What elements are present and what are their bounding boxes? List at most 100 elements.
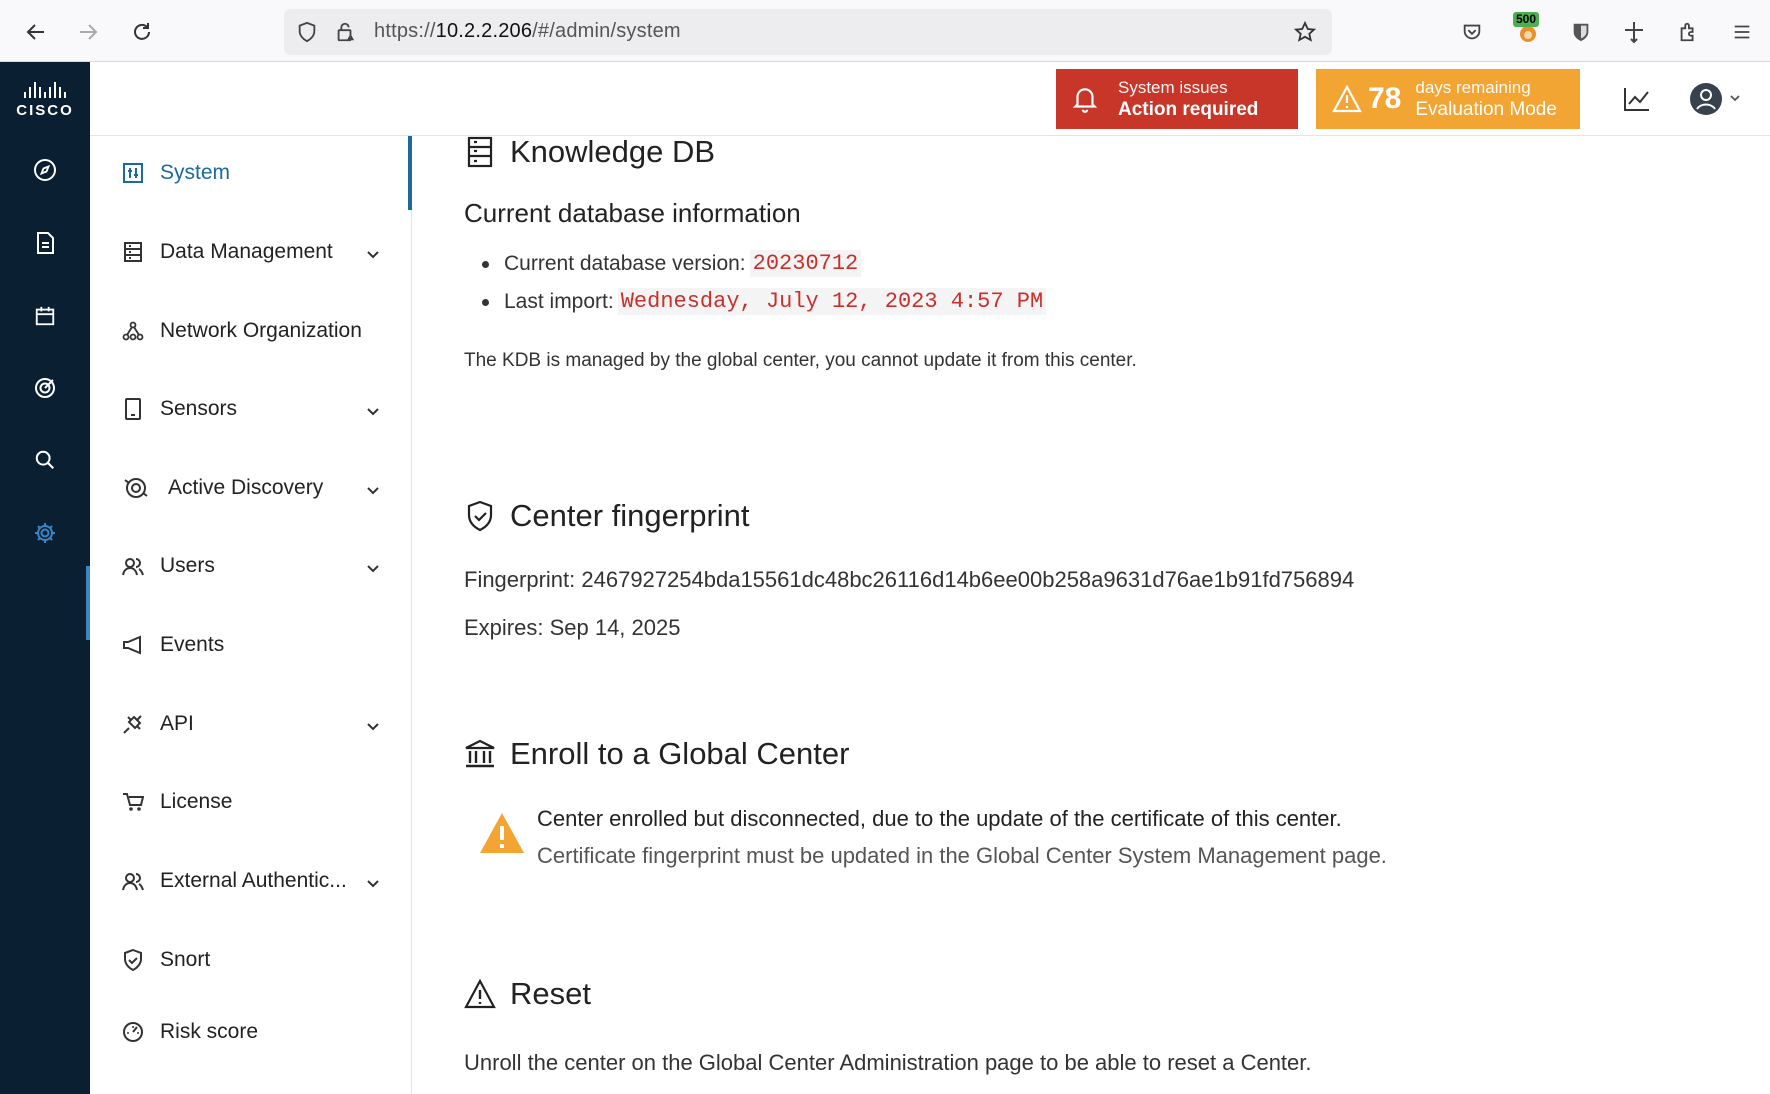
sidebar-item-label: Events <box>160 633 225 656</box>
sidebar-item-label: System <box>160 161 231 184</box>
main-content: Knowledge DB Current database informatio… <box>412 134 1770 1094</box>
url-text[interactable]: https://10.2.2.206/#/admin/system <box>374 20 681 43</box>
section-title: Reset <box>510 976 591 1011</box>
sidebar-item-label: License <box>160 790 233 813</box>
section-reset: Reset <box>464 976 591 1012</box>
evaluation-mode-label: Evaluation Mode <box>1415 99 1557 120</box>
evaluation-mode-button[interactable]: 78 days remaining Evaluation Mode <box>1316 69 1580 129</box>
shield-check-icon <box>464 500 496 532</box>
database-icon <box>122 241 144 263</box>
sidebar-item-license[interactable]: License <box>90 772 408 832</box>
enroll-warning-text: Certificate fingerprint must be updated … <box>537 843 1387 868</box>
sidebar-item-api[interactable]: API <box>90 694 408 754</box>
admin-sidebar: System Data Management Network Organizat… <box>90 136 412 1094</box>
kdb-import-row: Last import: Wednesday, July 12, 2023 4:… <box>481 288 1047 315</box>
section-title: Knowledge DB <box>510 134 716 169</box>
system-issues-label: System issues <box>1118 78 1228 97</box>
shield-icon[interactable] <box>294 19 320 45</box>
app-rail: CISCO <box>0 62 90 1094</box>
kdb-note: The KDB is managed by the global center,… <box>464 350 1137 371</box>
user-menu-button[interactable] <box>1690 82 1746 116</box>
bank-icon <box>464 738 496 770</box>
menu-hamburger-icon[interactable] <box>1726 16 1758 48</box>
network-icon <box>122 320 144 342</box>
sidebar-item-active-discovery[interactable]: Active Discovery <box>90 458 408 518</box>
sidebar-item-network-organization[interactable]: Network Organization <box>90 301 408 361</box>
radar-icon <box>122 474 150 502</box>
kdb-version-value: 20230712 <box>749 250 862 277</box>
section-title: Enroll to a Global Center <box>510 736 850 771</box>
sidebar-item-snort[interactable]: Snort <box>90 930 408 990</box>
document-icon[interactable] <box>25 223 65 263</box>
sidebar-item-external-authentication[interactable]: External Authentic... <box>90 851 408 911</box>
sidebar-item-label: Risk score <box>160 1020 259 1043</box>
section-knowledge-db: Knowledge DB <box>464 134 715 170</box>
chevron-down-icon[interactable] <box>366 871 380 895</box>
section-center-fingerprint: Center fingerprint <box>464 498 750 534</box>
cart-icon <box>122 791 144 813</box>
reset-text: Unroll the center on the Global Center A… <box>464 1050 1312 1075</box>
kdb-version-row: Current database version: 20230712 <box>481 250 862 277</box>
sidebar-item-label: Data Management <box>160 240 333 263</box>
calendar-icon[interactable] <box>25 296 65 336</box>
days-remaining-label: days remaining <box>1415 78 1531 97</box>
tablet-icon <box>122 398 144 420</box>
kdb-version-label: Current database version: <box>504 251 746 275</box>
browser-toolbar: https://10.2.2.206/#/admin/system 500 <box>0 0 1770 62</box>
chevron-down-icon[interactable] <box>366 714 380 738</box>
kdb-subtitle: Current database information <box>464 198 801 228</box>
bitwarden-icon[interactable] <box>1565 16 1597 48</box>
target-icon[interactable] <box>25 368 65 408</box>
fingerprint-value: Fingerprint: 2467927254bda15561dc48bc261… <box>464 567 1355 592</box>
extensions-puzzle-icon[interactable] <box>1672 16 1704 48</box>
reload-icon[interactable] <box>124 14 160 50</box>
sidebar-item-risk-score[interactable]: Risk score <box>90 1002 408 1062</box>
sliders-icon <box>122 162 144 184</box>
compass-icon[interactable] <box>25 150 65 190</box>
chevron-down-icon[interactable] <box>366 242 380 266</box>
bell-icon <box>1072 84 1098 114</box>
megaphone-icon <box>122 634 144 656</box>
lock-icon[interactable] <box>332 19 358 45</box>
sidebar-item-sensors[interactable]: Sensors <box>90 379 408 439</box>
warning-icon <box>1332 85 1362 113</box>
shield-check-icon <box>122 949 144 971</box>
section-title: Center fingerprint <box>510 498 750 533</box>
extension-badge: 500 <box>1513 12 1540 27</box>
sidebar-item-data-management[interactable]: Data Management <box>90 222 408 282</box>
move-icon[interactable] <box>1618 16 1650 48</box>
address-bar[interactable]: https://10.2.2.206/#/admin/system <box>284 9 1332 55</box>
chevron-down-icon[interactable] <box>366 556 380 580</box>
chevron-down-icon[interactable] <box>366 399 380 423</box>
gauge-icon <box>122 1021 144 1043</box>
plug-icon <box>122 713 144 735</box>
sidebar-item-label: Snort <box>160 948 211 971</box>
app-header: System issues Action required 78 days re… <box>90 62 1770 136</box>
enroll-warning-title: Center enrolled but disconnected, due to… <box>537 806 1342 831</box>
cisco-logo[interactable]: CISCO <box>0 62 90 138</box>
pocket-icon[interactable] <box>1456 16 1488 48</box>
chart-icon[interactable] <box>1620 82 1654 116</box>
users-icon <box>122 555 144 577</box>
fingerprint-expires: Expires: Sep 14, 2025 <box>464 615 681 640</box>
sidebar-item-users[interactable]: Users <box>90 536 408 596</box>
system-issues-button[interactable]: System issues Action required <box>1056 69 1298 129</box>
kdb-import-label: Last import: <box>504 289 614 313</box>
search-icon[interactable] <box>25 440 65 480</box>
sidebar-item-label: API <box>160 712 194 735</box>
users-icon <box>122 870 144 892</box>
sidebar-item-system[interactable]: System <box>90 143 408 203</box>
sidebar-item-label: Network Organization <box>160 319 362 342</box>
database-icon <box>464 136 496 168</box>
forward-arrow-icon[interactable] <box>70 14 106 50</box>
back-arrow-icon[interactable] <box>18 14 54 50</box>
action-required-label: Action required <box>1118 99 1259 120</box>
sidebar-item-events[interactable]: Events <box>90 615 408 675</box>
sidebar-item-label: Sensors <box>160 397 238 420</box>
star-icon[interactable] <box>1292 19 1318 45</box>
sidebar-item-label: Active Discovery <box>168 476 324 499</box>
warning-icon <box>464 978 496 1010</box>
gear-icon[interactable] <box>25 513 65 553</box>
chevron-down-icon[interactable] <box>366 478 380 502</box>
sidebar-item-label: External Authentic... <box>160 869 347 892</box>
